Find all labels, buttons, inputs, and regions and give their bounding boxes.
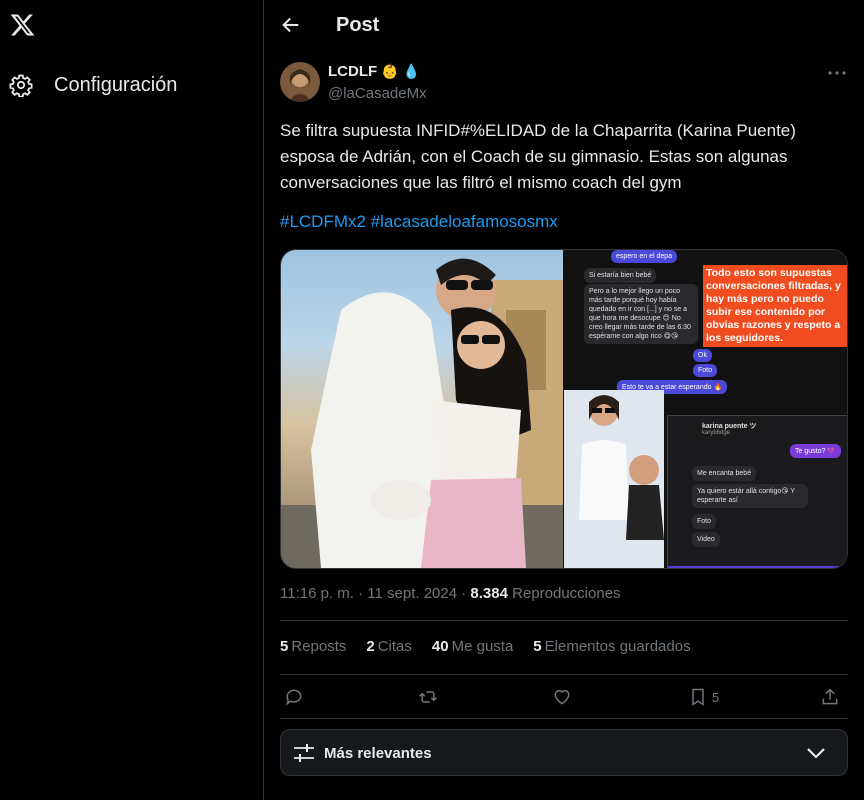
selfie-collage [564, 390, 664, 568]
sliders-icon [294, 744, 314, 762]
chat-bubble: Te gusto? 💜 [790, 444, 842, 458]
chat-bubble: Ok [693, 349, 712, 362]
views-label: Reproducciones [512, 585, 621, 602]
chat-bubble: Video [692, 532, 720, 547]
gear-icon [9, 74, 33, 97]
hashtag-link[interactable]: #lacasadeloafamososmx [371, 212, 558, 231]
avatar[interactable] [280, 62, 320, 102]
chat-bubble: Foto [692, 514, 717, 529]
views-count: 8.384 [470, 585, 508, 602]
chat-bubble: Pero a lo mejor llego un poco más tarde … [584, 284, 698, 344]
stat-quotes[interactable]: 2 Citas [366, 638, 412, 655]
chat-bubble: Me encanta bebé [692, 466, 757, 481]
x-logo-icon[interactable] [9, 12, 36, 38]
author-display-name: LCDLF [328, 63, 378, 80]
stat-reposts[interactable]: 5 Reposts [280, 638, 346, 655]
post-header: Post [264, 0, 864, 50]
tweet-meta: 11:16 p. m. · 11 sept. 2024 · 8.384 Repr… [280, 585, 621, 602]
bookmark-icon[interactable] [688, 686, 710, 708]
chat-bubble: Ya quiero estár allá contigo😘 Y esperart… [692, 484, 808, 508]
like-icon[interactable] [552, 686, 574, 708]
panel-accent-bar [668, 566, 847, 568]
insta-handle: karyb6dge [702, 430, 731, 436]
tweet-date[interactable]: 11 sept. 2024 [367, 585, 457, 602]
stat-bookmarks[interactable]: 5 Elementos guardados [533, 638, 690, 655]
settings-label: Configuración [54, 73, 178, 96]
chevron-down-icon [807, 748, 825, 759]
repost-icon[interactable] [418, 686, 440, 708]
hashtags: #LCDFMx2 #lacasadeloafamososmx [280, 212, 558, 232]
share-icon[interactable] [820, 686, 842, 708]
main-column: Post LCDLF 👶 💧 @laCasadeMx Se filtra sup… [264, 0, 864, 800]
hashtag-link[interactable]: #LCDFMx2 [280, 212, 366, 231]
tweet-media-image[interactable]: espero en el depa Si estaría bien bebé P… [280, 249, 848, 569]
engagement-stats: 5 Reposts 2 Citas 40 Me gusta 5 Elementos gu… [280, 638, 691, 655]
tweet-text: Se filtra supuesta ІNFІD#%ELІDAD de la C… [280, 121, 796, 192]
tweet-time[interactable]: 11:16 p. m. [280, 585, 354, 602]
instagram-chat-panel: karina puente ツ karyb6dge Te gusto? 💜 Me… [667, 415, 847, 568]
page-title: Post [336, 14, 380, 36]
bookmark-count: 5 [712, 690, 720, 705]
overlay-note: Todo esto son supuestas conversaciones f… [703, 265, 847, 347]
back-arrow-icon[interactable] [280, 14, 302, 36]
author-emojis: 👶 💧 [381, 63, 420, 79]
sort-label: Más relevantes [324, 745, 432, 762]
nav-item-settings[interactable]: Configuración [9, 70, 177, 100]
replies-sort-dropdown[interactable]: Más relevantes [280, 729, 848, 776]
reply-icon[interactable] [284, 686, 306, 708]
author-handle[interactable]: @laCasadeMx [328, 85, 427, 102]
divider [280, 674, 848, 675]
divider [280, 620, 848, 621]
left-navigation: Configuración [0, 0, 264, 800]
divider [280, 718, 848, 719]
tweet-actions: 5 [264, 684, 864, 714]
author-name[interactable]: LCDLF 👶 💧 [328, 63, 420, 80]
chat-bubble: Si estaría bien bebé [584, 268, 657, 283]
chat-bubble: espero en el depa [611, 250, 678, 263]
more-options-icon[interactable] [826, 66, 848, 80]
couple-photo [281, 250, 563, 568]
chat-bubble: Foto [693, 364, 718, 377]
stat-likes[interactable]: 40 Me gusta [432, 638, 513, 655]
